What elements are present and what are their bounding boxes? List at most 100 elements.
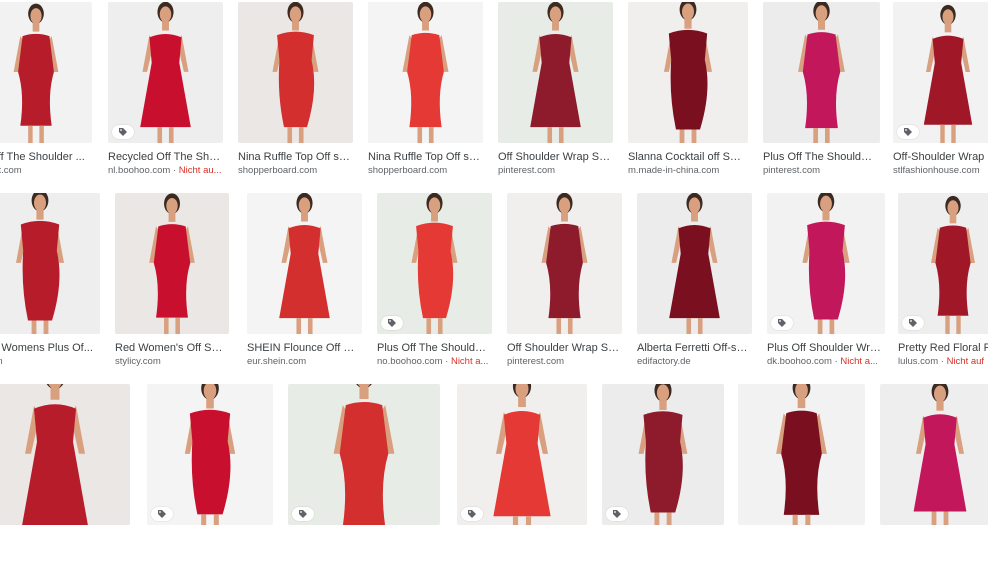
image-result-card[interactable]: Off-Shoulder Wrap Drstlfashionhouse.com [893,2,988,179]
result-thumbnail[interactable] [602,384,724,525]
result-thumbnail[interactable] [628,2,748,143]
image-result-card[interactable]: Slanna Cocktail off Sho... m.made-in-chin… [628,2,748,179]
price-tag-icon [381,316,403,330]
result-thumbnail[interactable] [368,2,483,143]
image-result-card[interactable]: SHEIN Flounce Off Sho... eur.shein.com [247,193,362,370]
result-title[interactable]: Nina Ruffle Top Off sho... [238,151,351,164]
result-thumbnail[interactable] [767,193,885,334]
result-source[interactable]: pinterest.com [763,165,878,177]
result-title[interactable]: Nina Ruffle Top Off sho... [368,151,481,164]
price-tag-icon [606,507,628,521]
result-title[interactable]: Plus Off The Shoulder ... [377,342,490,355]
image-result-card[interactable] [880,384,988,561]
result-source[interactable]: no.boohoo.com · Nicht a... [377,356,490,368]
image-result-card[interactable]: e Off The Shoulder ...erest.com [0,2,92,179]
price-tag-icon [292,507,314,521]
image-result-card[interactable]: Nina Ruffle Top Off sho... shopperboard.c… [238,2,353,179]
result-thumbnail[interactable] [0,193,100,334]
result-thumbnail[interactable] [377,193,492,334]
price-tag-icon [151,507,173,521]
result-thumbnail[interactable] [457,384,587,525]
separator-dot: · [938,356,947,367]
result-thumbnail[interactable] [147,384,273,525]
availability-note: Nicht au... [178,165,221,176]
image-result-card[interactable]: Alberta Ferretti Off-sho... edifactory.de [637,193,752,370]
result-title[interactable]: Recycled Off The Shoul... [108,151,221,164]
result-source[interactable]: shopperboard.com [238,165,351,177]
image-result-card[interactable]: Recycled Off The Shoul... nl.boohoo.com ·… [108,2,223,179]
image-result-card[interactable]: Off Shoulder Wrap Skir... pinterest.com [498,2,613,179]
result-source[interactable]: edifactory.de [637,356,750,368]
availability-note: Nicht a... [450,356,489,367]
result-title[interactable]: Off-Shoulder Wrap Dr [893,151,988,164]
result-title[interactable]: Alberta Ferretti Off-sho... [637,342,750,355]
result-title[interactable]: Off Shoulder Wrap Skir... [507,342,620,355]
source-domain: edifactory.de [637,356,691,367]
image-result-card[interactable]: Plus Off Shoulder Wrap... dk.boohoo.com ·… [767,193,885,370]
result-thumbnail[interactable] [880,384,988,525]
image-result-card[interactable]: Plus Off The Shoulder ... no.boohoo.com ·… [377,193,492,370]
result-title[interactable]: Red Women's Off Shoul... [115,342,227,355]
result-thumbnail[interactable] [898,193,988,334]
result-source[interactable]: pinterest.com [498,165,611,177]
result-source[interactable]: shopperboard.com [368,165,481,177]
image-result-card[interactable]: Off Shoulder Wrap Skir... pinterest.com [507,193,622,370]
result-source[interactable]: dk.boohoo.com · Nicht a... [767,356,883,368]
image-result-card[interactable] [738,384,865,561]
result-source[interactable]: m.made-in-china.com [628,165,746,177]
source-domain: l.com [0,356,3,367]
image-result-card[interactable] [288,384,440,561]
source-domain: dk.boohoo.com [767,356,832,367]
result-source[interactable]: lulus.com · Nicht auf [898,356,988,368]
result-title[interactable]: e Off The Shoulder ... [0,151,90,164]
image-result-card[interactable]: Nina Ruffle Top Off sho... shopperboard.c… [368,2,483,179]
separator-dot: · [442,356,451,367]
source-domain: erest.com [0,165,22,176]
result-source[interactable]: pinterest.com [507,356,620,368]
result-thumbnail[interactable] [238,2,353,143]
result-source[interactable]: erest.com [0,165,90,177]
result-thumbnail[interactable] [115,193,229,334]
result-title[interactable]: SHEIN Flounce Off Sho... [247,342,360,355]
result-source[interactable]: nl.boohoo.com · Nicht au... [108,165,221,177]
result-thumbnail[interactable] [0,2,92,143]
result-title[interactable]: hoo Womens Plus Of... [0,342,98,355]
price-tag-icon [112,125,134,139]
result-source[interactable]: l.com [0,356,98,368]
result-source[interactable]: stlfashionhouse.com [893,165,988,177]
result-thumbnail[interactable] [108,2,223,143]
result-thumbnail[interactable] [0,384,130,525]
result-source[interactable]: stylicy.com [115,356,227,368]
image-result-card[interactable]: Plus Off The Shoulder ... pinterest.com [763,2,880,179]
image-result-card[interactable]: hoo Womens Plus Of...l.com [0,193,100,370]
source-domain: pinterest.com [498,165,556,176]
result-title[interactable]: Plus Off Shoulder Wrap... [767,342,883,355]
image-result-card[interactable] [602,384,724,561]
result-thumbnail[interactable] [498,2,613,143]
source-domain: nl.boohoo.com [108,165,171,176]
result-thumbnail[interactable] [247,193,362,334]
image-result-card[interactable] [147,384,273,561]
source-domain: pinterest.com [763,165,821,176]
price-tag-icon [771,316,793,330]
result-thumbnail[interactable] [637,193,752,334]
result-thumbnail[interactable] [507,193,622,334]
source-domain: no.boohoo.com [377,356,443,367]
result-thumbnail[interactable] [288,384,440,525]
price-tag-icon [461,507,483,521]
result-thumbnail[interactable] [763,2,880,143]
result-thumbnail[interactable] [893,2,988,143]
result-source[interactable]: eur.shein.com [247,356,360,368]
result-title[interactable]: Slanna Cocktail off Sho... [628,151,746,164]
source-domain: stylicy.com [115,356,161,367]
source-domain: shopperboard.com [368,165,448,176]
availability-note: Nicht auf [946,356,985,367]
result-title[interactable]: Off Shoulder Wrap Skir... [498,151,611,164]
image-result-card[interactable] [457,384,587,561]
result-title[interactable]: Pretty Red Floral Pri [898,342,988,355]
image-result-card[interactable]: Red Women's Off Shoul...stylicy.com [115,193,229,370]
image-result-card[interactable]: Pretty Red Floral Pri lulus.com · Nicht a… [898,193,988,370]
image-result-card[interactable] [0,384,130,561]
result-thumbnail[interactable] [738,384,865,525]
result-title[interactable]: Plus Off The Shoulder ... [763,151,878,164]
